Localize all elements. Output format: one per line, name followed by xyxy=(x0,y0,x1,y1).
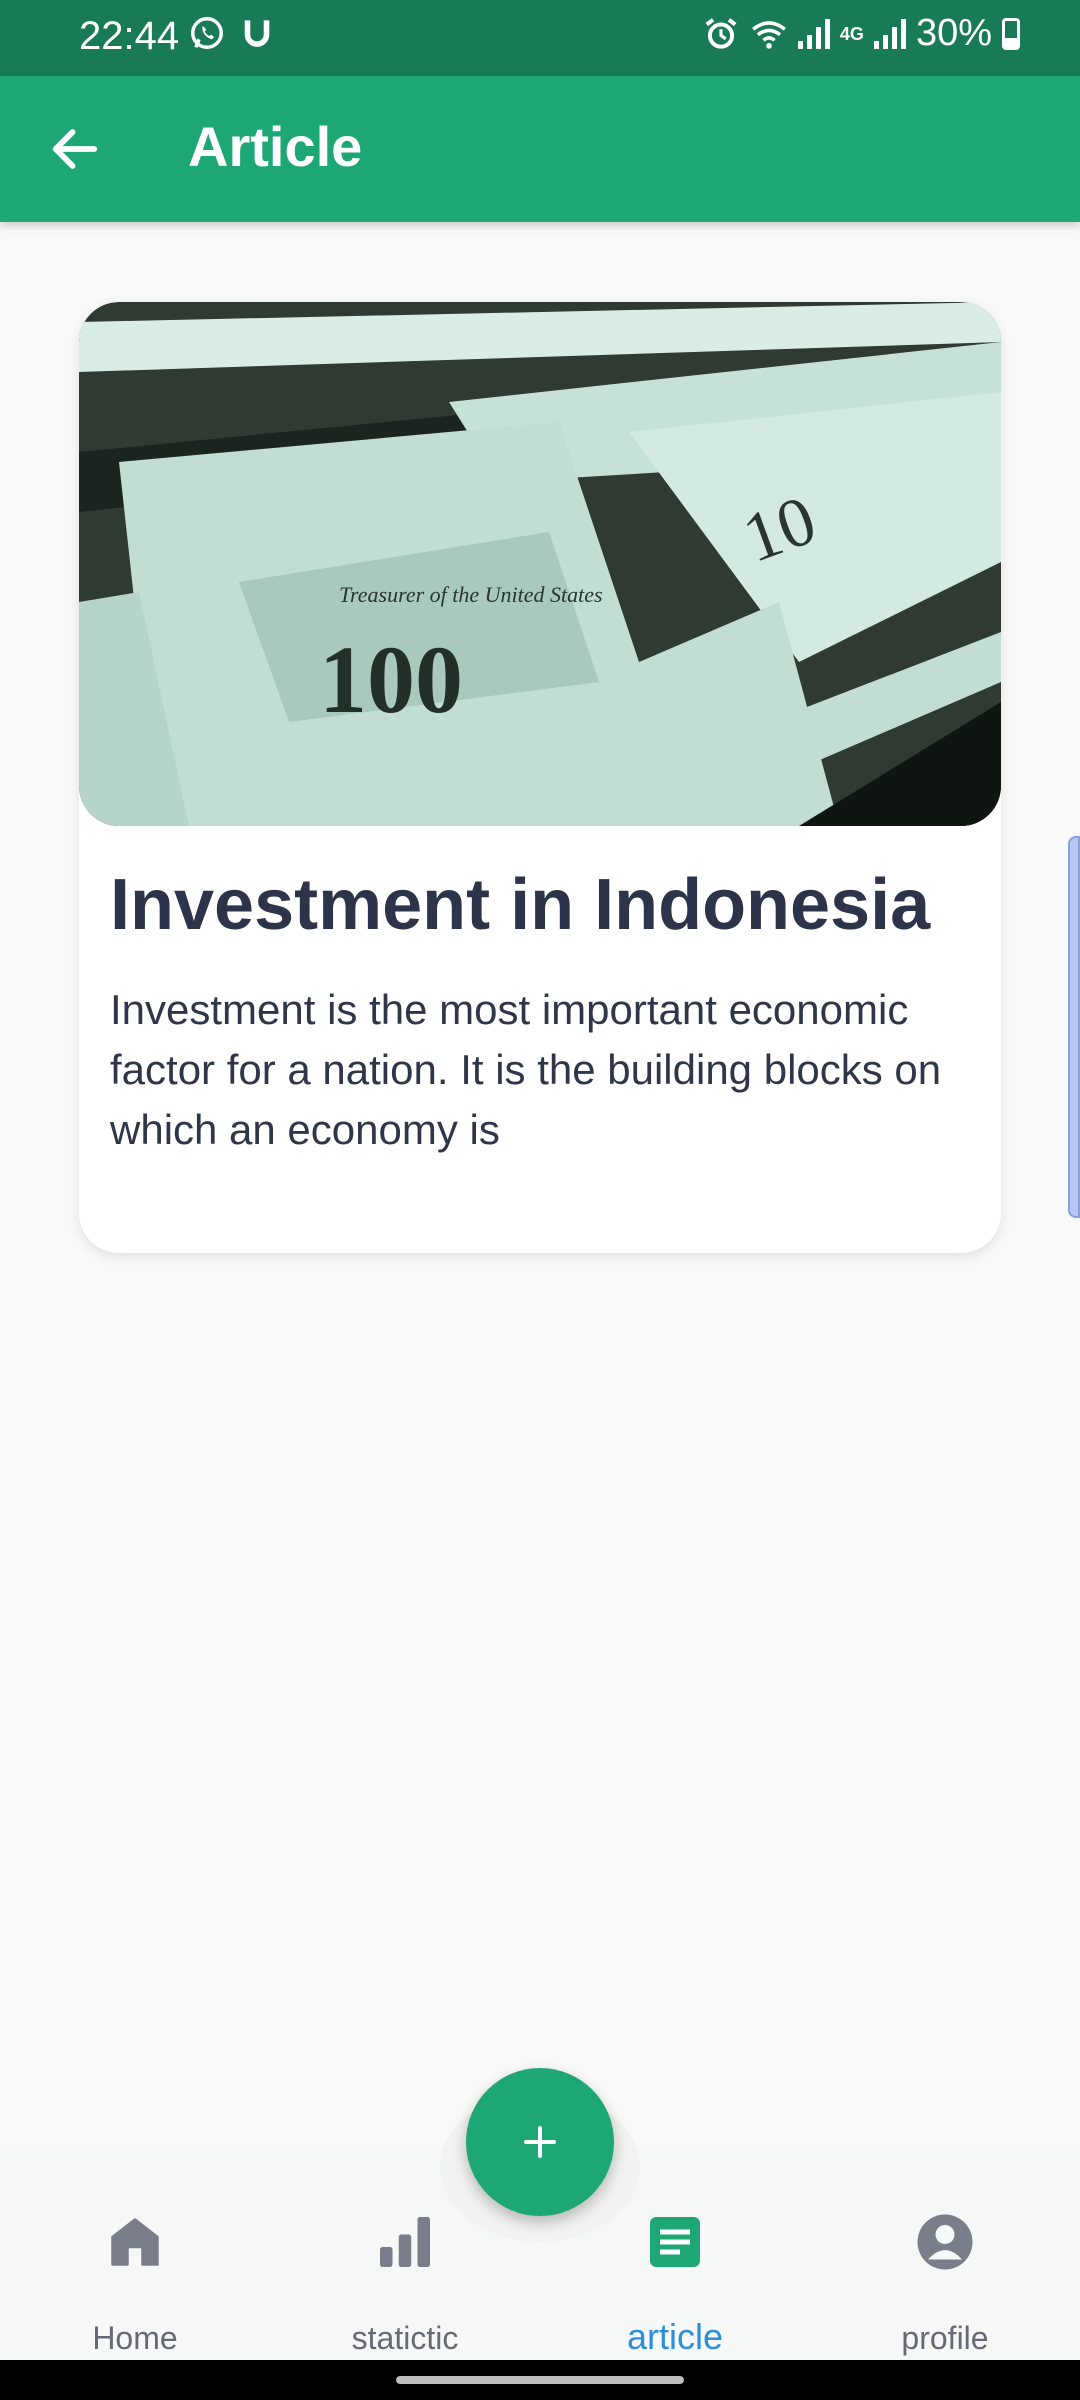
svg-text:Treasurer of the United States: Treasurer of the United States xyxy=(339,582,603,607)
gesture-navigation-area xyxy=(0,2360,1080,2400)
page-title: Article xyxy=(188,115,363,178)
nav-label-profile: profile xyxy=(901,2320,989,2356)
status-time: 22:44 xyxy=(79,14,180,58)
network-type: 4G xyxy=(839,23,864,44)
nav-item-home[interactable]: Home xyxy=(0,2150,270,2360)
alarm-icon xyxy=(705,17,737,49)
home-icon xyxy=(111,2218,159,2266)
signal-icon-2 xyxy=(873,18,906,49)
article-image: 100 10 Treasurer of the United States xyxy=(79,302,1001,826)
nav-item-profile[interactable]: profile xyxy=(810,2150,1080,2360)
whatsapp-icon xyxy=(191,17,223,49)
nav-label-statistic: statictic xyxy=(351,2320,459,2356)
nav-label-article: article xyxy=(626,2316,724,2357)
article-title: Investment in Indonesia xyxy=(110,865,931,945)
article-card[interactable]: 100 10 Treasurer of the United States In… xyxy=(79,302,1001,1253)
profile-icon xyxy=(917,2214,973,2270)
back-arrow-icon[interactable] xyxy=(46,120,104,178)
wifi-icon xyxy=(752,20,786,49)
svg-text:100: 100 xyxy=(319,626,463,733)
battery-percent: 30% xyxy=(915,12,992,54)
signal-icon xyxy=(797,18,830,49)
app-bar: Article xyxy=(0,76,1080,222)
home-gesture-bar[interactable] xyxy=(396,2376,684,2384)
add-article-button[interactable] xyxy=(466,2068,614,2216)
article-excerpt: Investment is the most important economi… xyxy=(110,986,942,1153)
bar-chart-icon xyxy=(380,2217,430,2267)
article-icon xyxy=(650,2217,700,2267)
battery-icon xyxy=(1002,17,1020,50)
plus-icon xyxy=(524,2126,556,2158)
u-app-icon xyxy=(244,20,270,47)
status-bar: 22:44 4G 30% xyxy=(0,0,1080,76)
nav-label-home: Home xyxy=(92,2320,178,2356)
edge-panel-handle[interactable] xyxy=(1068,836,1080,1218)
